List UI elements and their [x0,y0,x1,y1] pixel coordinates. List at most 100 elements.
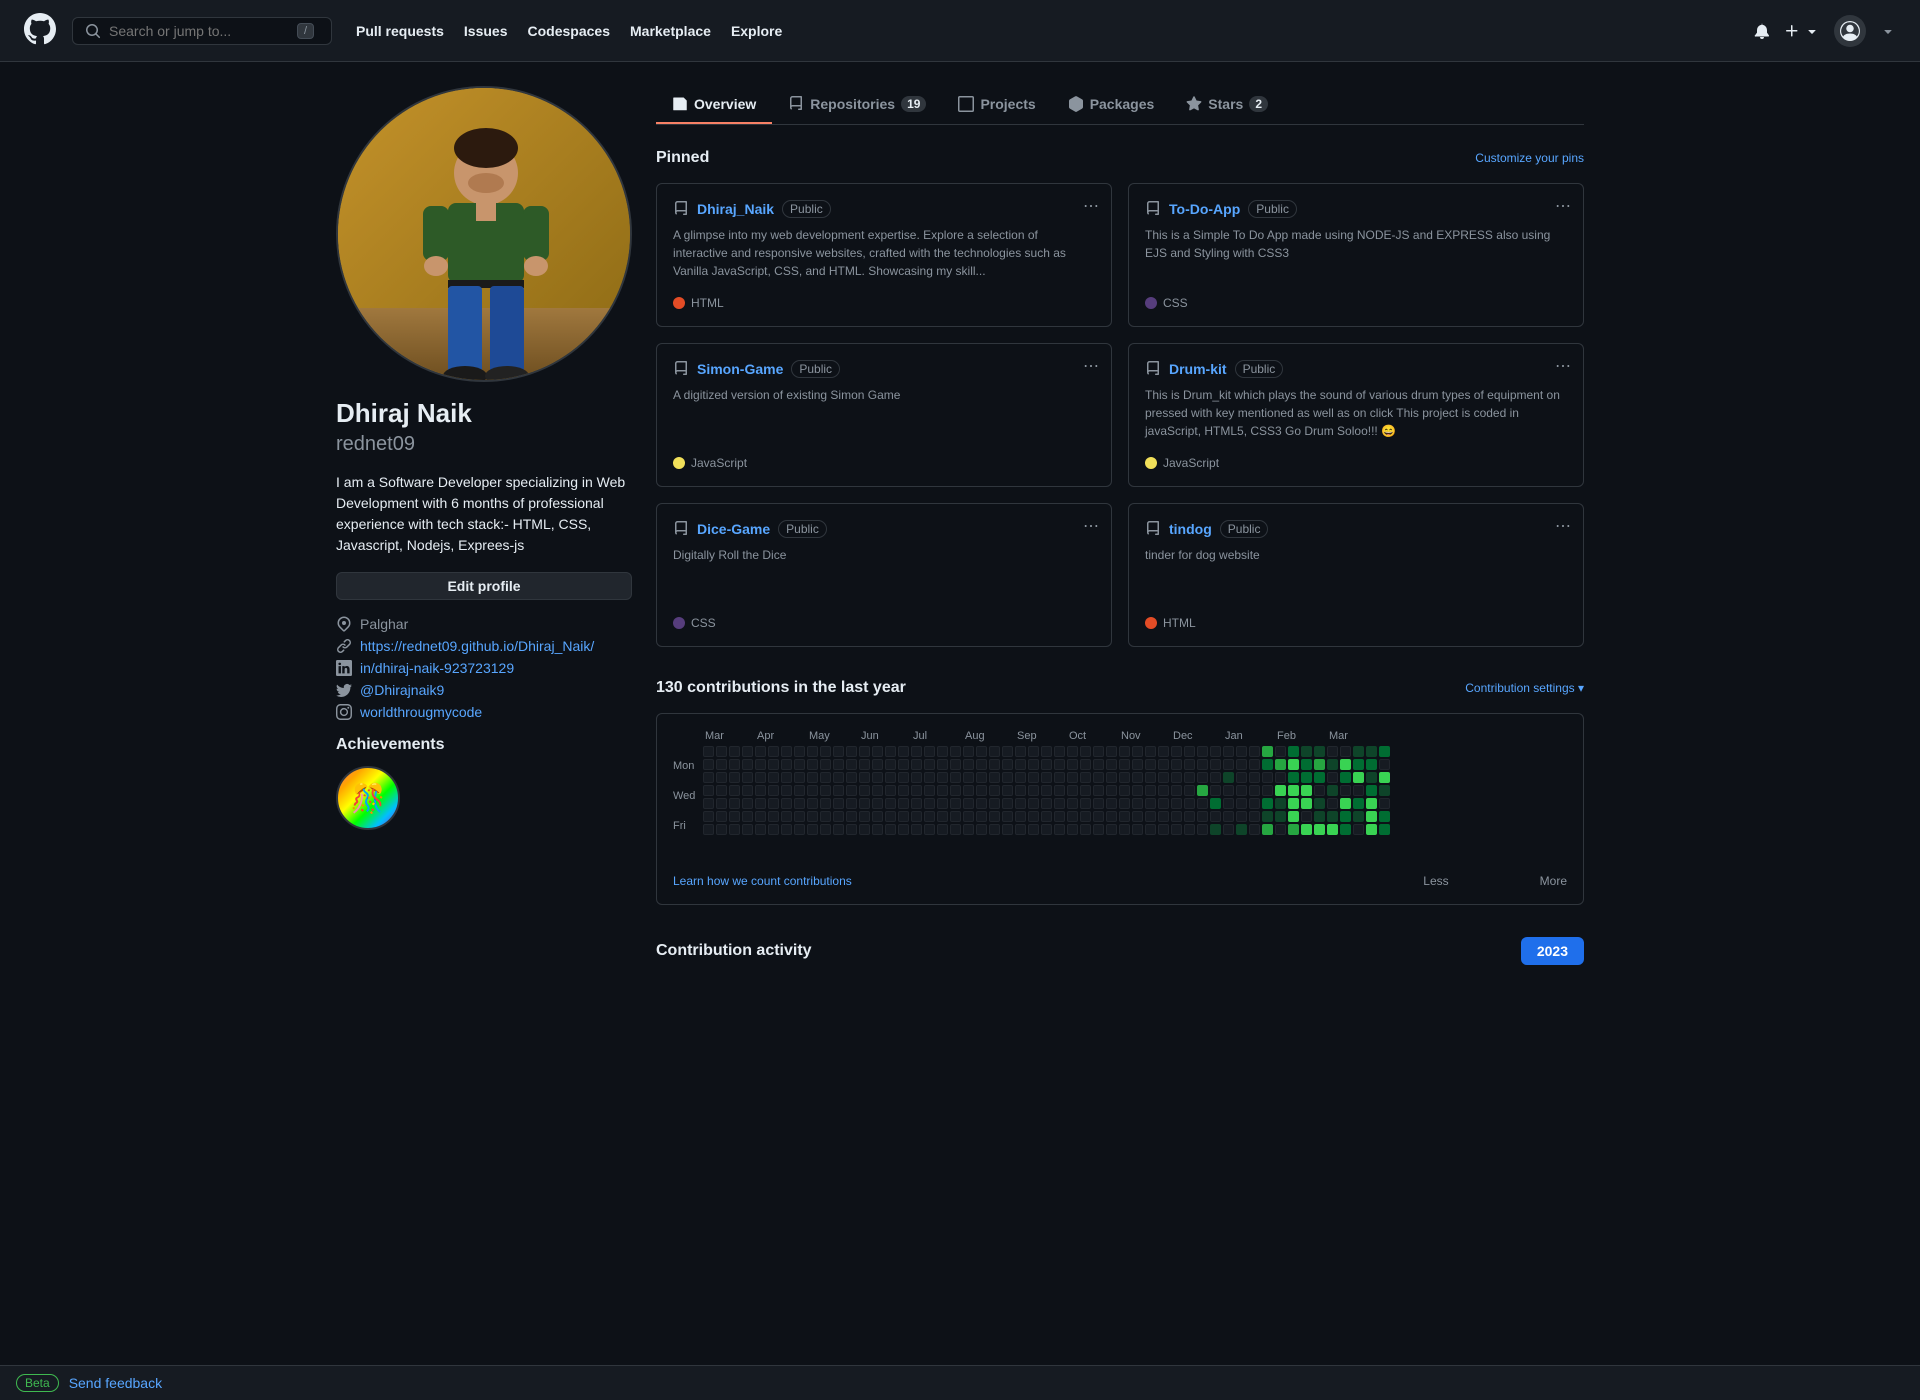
graph-cell[interactable] [1353,746,1364,757]
graph-cell[interactable] [1301,772,1312,783]
notifications-button[interactable] [1754,23,1770,39]
graph-cell[interactable] [768,746,779,757]
graph-cell[interactable] [1093,785,1104,796]
graph-cell[interactable] [742,785,753,796]
graph-cell[interactable] [1158,746,1169,757]
pin-menu[interactable]: ⋯ [1555,196,1571,216]
graph-cell[interactable] [976,746,987,757]
graph-cell[interactable] [1002,824,1013,835]
graph-cell[interactable] [1301,824,1312,835]
graph-cell[interactable] [1171,772,1182,783]
graph-cell[interactable] [911,772,922,783]
graph-cell[interactable] [911,759,922,770]
graph-cell[interactable] [1041,772,1052,783]
graph-cell[interactable] [1171,746,1182,757]
graph-cell[interactable] [950,811,961,822]
graph-cell[interactable] [1353,824,1364,835]
graph-cell[interactable] [833,811,844,822]
graph-cell[interactable] [1002,798,1013,809]
graph-cell[interactable] [1067,746,1078,757]
graph-cell[interactable] [807,746,818,757]
graph-cell[interactable] [1197,824,1208,835]
graph-cell[interactable] [1041,759,1052,770]
graph-cell[interactable] [1145,785,1156,796]
graph-cell[interactable] [1028,759,1039,770]
graph-cell[interactable] [820,811,831,822]
graph-cell[interactable] [820,785,831,796]
graph-cell[interactable] [1249,824,1260,835]
graph-cell[interactable] [963,759,974,770]
graph-cell[interactable] [1314,798,1325,809]
graph-cell[interactable] [1080,746,1091,757]
graph-cell[interactable] [794,772,805,783]
graph-cell[interactable] [1379,785,1390,796]
graph-cell[interactable] [859,824,870,835]
tab-projects[interactable]: Projects [942,86,1051,124]
graph-cell[interactable] [1119,772,1130,783]
graph-cell[interactable] [846,824,857,835]
graph-cell[interactable] [1184,811,1195,822]
graph-cell[interactable] [716,824,727,835]
graph-cell[interactable] [1249,746,1260,757]
graph-cell[interactable] [703,785,714,796]
graph-cell[interactable] [872,759,883,770]
graph-cell[interactable] [1184,785,1195,796]
graph-cell[interactable] [1080,811,1091,822]
graph-cell[interactable] [1171,759,1182,770]
graph-cell[interactable] [937,811,948,822]
graph-cell[interactable] [1275,798,1286,809]
graph-cell[interactable] [1145,798,1156,809]
graph-cell[interactable] [1275,811,1286,822]
graph-cell[interactable] [976,772,987,783]
repo-name[interactable]: tindog [1169,521,1212,537]
graph-cell[interactable] [937,746,948,757]
graph-cell[interactable] [911,746,922,757]
graph-cell[interactable] [1301,798,1312,809]
graph-cell[interactable] [1067,772,1078,783]
graph-cell[interactable] [1210,798,1221,809]
graph-cell[interactable] [885,785,896,796]
graph-cell[interactable] [1002,811,1013,822]
graph-cell[interactable] [781,811,792,822]
graph-cell[interactable] [1236,759,1247,770]
graph-cell[interactable] [989,772,1000,783]
graph-cell[interactable] [1275,772,1286,783]
graph-cell[interactable] [833,785,844,796]
graph-cell[interactable] [1145,811,1156,822]
graph-cell[interactable] [1314,759,1325,770]
graph-cell[interactable] [1132,824,1143,835]
graph-cell[interactable] [1067,824,1078,835]
graph-cell[interactable] [1106,824,1117,835]
graph-cell[interactable] [1223,824,1234,835]
graph-cell[interactable] [1366,772,1377,783]
graph-cell[interactable] [1132,759,1143,770]
graph-cell[interactable] [1028,798,1039,809]
graph-cell[interactable] [1145,759,1156,770]
graph-cell[interactable] [1158,824,1169,835]
graph-cell[interactable] [1223,798,1234,809]
graph-cell[interactable] [1301,746,1312,757]
graph-cell[interactable] [1262,824,1273,835]
graph-cell[interactable] [1093,746,1104,757]
graph-cell[interactable] [1327,785,1338,796]
graph-cell[interactable] [833,772,844,783]
graph-cell[interactable] [742,798,753,809]
graph-cell[interactable] [924,798,935,809]
graph-cell[interactable] [1262,746,1273,757]
graph-cell[interactable] [716,759,727,770]
graph-cell[interactable] [1041,785,1052,796]
repo-name[interactable]: To-Do-App [1169,201,1240,217]
graph-cell[interactable] [1223,772,1234,783]
graph-cell[interactable] [716,798,727,809]
graph-cell[interactable] [1041,824,1052,835]
tab-packages[interactable]: Packages [1052,86,1171,124]
graph-cell[interactable] [963,772,974,783]
graph-cell[interactable] [989,746,1000,757]
graph-cell[interactable] [1106,785,1117,796]
graph-cell[interactable] [794,746,805,757]
linkedin-link[interactable]: in/dhiraj-naik-923723129 [360,660,514,676]
graph-cell[interactable] [742,746,753,757]
graph-cell[interactable] [1184,824,1195,835]
graph-cell[interactable] [1288,811,1299,822]
graph-cell[interactable] [1262,772,1273,783]
